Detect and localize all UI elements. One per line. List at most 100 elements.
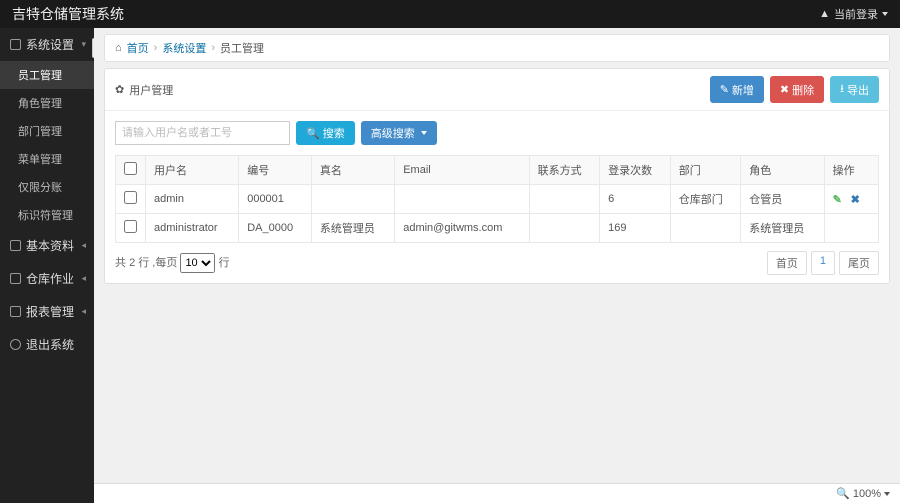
login-label: 当前登录 (834, 6, 878, 22)
menu-title-label: 系统设置 (26, 36, 74, 53)
sidebar-item-identifier[interactable]: 标识符管理 (0, 201, 94, 229)
user-panel: ✿ 用户管理 ✎ 新增 ✖ 删除 ⭳ 导出 🔍 (104, 68, 890, 284)
caret-down-icon (882, 12, 888, 16)
table-footer: 共 2 行 ,每页 10 行 首页 1 尾页 (105, 243, 889, 283)
cell-logins: 169 (600, 214, 671, 243)
th-role: 角色 (741, 156, 824, 185)
sidebar-item-role[interactable]: 角色管理 (0, 89, 94, 117)
th-username: 用户名 (146, 156, 239, 185)
table-header-row: 用户名 编号 真名 Email 联系方式 登录次数 部门 角色 操作 (116, 156, 879, 185)
menu-title-system[interactable]: 系统设置 ▾ (0, 28, 94, 61)
sidebar-item-dept[interactable]: 部门管理 (0, 117, 94, 145)
cell-role: 仓管员 (741, 185, 824, 214)
breadcrumb-home[interactable]: 首页 (127, 40, 149, 56)
cell-email: admin@gitwms.com (395, 214, 529, 243)
export-button[interactable]: ⭳ 导出 (830, 76, 879, 103)
menu-title-report[interactable]: 报表管理 ◂ (0, 295, 94, 328)
sidebar: ◄ 系统设置 ▾ 员工管理 角色管理 部门管理 菜单管理 仅限分账 标识符管理 … (0, 28, 94, 503)
menu-title-label: 仓库作业 (26, 270, 74, 287)
row-checkbox[interactable] (124, 191, 137, 204)
user-icon (10, 339, 21, 350)
menu-title-warehouse[interactable]: 仓库作业 ◂ (0, 262, 94, 295)
cell-realname (311, 185, 394, 214)
current-login-dropdown[interactable]: ▲ 当前登录 (819, 6, 888, 22)
menu-group-system: 系统设置 ▾ 员工管理 角色管理 部门管理 菜单管理 仅限分账 标识符管理 (0, 28, 94, 229)
chevron-left-icon: ◂ (81, 240, 86, 251)
cell-contact (529, 214, 600, 243)
advanced-label: 高级搜索 (371, 125, 415, 141)
sidebar-item-limit[interactable]: 仅限分账 (0, 173, 94, 201)
menu-title-exit[interactable]: 退出系统 (0, 328, 94, 361)
cell-contact (529, 185, 600, 214)
content-area: ⌂ 首页 › 系统设置 › 员工管理 ✿ 用户管理 ✎ 新增 ✖ 删除 (94, 28, 900, 503)
summary-count: 2 (129, 257, 135, 269)
cell-username: administrator (146, 214, 239, 243)
bookmark-icon (10, 240, 21, 251)
pencil-icon: ✎ (720, 83, 729, 96)
th-logins: 登录次数 (600, 156, 671, 185)
delete-icon[interactable]: ✖ (851, 193, 863, 205)
caret-down-icon (421, 131, 427, 135)
menu-title-label: 退出系统 (26, 336, 74, 353)
summary-suffix: 行 (219, 257, 230, 269)
cell-code: DA_0000 (239, 214, 312, 243)
th-dept: 部门 (670, 156, 741, 185)
top-navbar: 吉特仓储管理系统 ▲ 当前登录 (0, 0, 900, 28)
cell-email (395, 185, 529, 214)
th-realname: 真名 (311, 156, 394, 185)
panel-title: ✿ 用户管理 (115, 82, 173, 98)
status-bar: 🔍 100% (94, 483, 900, 503)
cell-role: 系统管理员 (741, 214, 824, 243)
menu-title-label: 基本资料 (26, 237, 74, 254)
edit-icon[interactable]: ✎ (833, 193, 845, 205)
export-icon: ⭳ (840, 80, 844, 99)
breadcrumb: ⌂ 首页 › 系统设置 › 员工管理 (104, 34, 890, 62)
search-icon: 🔍 (306, 127, 320, 140)
search-input[interactable] (115, 121, 290, 145)
panel-actions: ✎ 新增 ✖ 删除 ⭳ 导出 (710, 76, 879, 103)
summary-mid: 行 ,每页 (138, 257, 177, 269)
pager: 首页 1 尾页 (767, 251, 879, 275)
row-checkbox[interactable] (124, 220, 137, 233)
zoom-level: 100% (853, 488, 881, 500)
th-code: 编号 (239, 156, 312, 185)
rows-per-page-select[interactable]: 10 (180, 253, 215, 273)
chevron-left-icon: ◂ (81, 306, 86, 317)
zoom-icon: 🔍 (836, 487, 850, 500)
summary: 共 2 行 ,每页 10 行 (115, 253, 230, 273)
chevron-left-icon: ◂ (81, 273, 86, 284)
delete-button[interactable]: ✖ 删除 (770, 76, 824, 103)
search-toolbar: 🔍 搜索 高级搜索 (105, 111, 889, 155)
sidebar-item-staff[interactable]: 员工管理 (0, 61, 94, 89)
cell-logins: 6 (600, 185, 671, 214)
menu-title-basic[interactable]: 基本资料 ◂ (0, 229, 94, 262)
breadcrumb-mid[interactable]: 系统设置 (162, 40, 206, 56)
cell-dept (670, 214, 741, 243)
row-actions: ✎ ✖ (833, 193, 870, 205)
page-first[interactable]: 首页 (767, 251, 807, 275)
delete-label: 删除 (792, 82, 814, 98)
home-icon: ⌂ (115, 42, 122, 54)
add-button[interactable]: ✎ 新增 (710, 76, 764, 103)
caret-down-icon[interactable] (884, 492, 890, 496)
th-action: 操作 (824, 156, 878, 185)
advanced-search-button[interactable]: 高级搜索 (361, 121, 437, 145)
breadcrumb-sep: › (211, 42, 215, 54)
page-last[interactable]: 尾页 (839, 251, 879, 275)
breadcrumb-sep: › (154, 42, 158, 54)
app-title: 吉特仓储管理系统 (12, 4, 124, 24)
select-all-checkbox[interactable] (124, 162, 137, 175)
bookmark-icon (10, 306, 21, 317)
bookmark-icon (10, 273, 21, 284)
sidebar-item-menu[interactable]: 菜单管理 (0, 145, 94, 173)
user-icon: ▲ (819, 8, 830, 20)
panel-title-text: 用户管理 (129, 82, 173, 98)
th-email: Email (395, 156, 529, 185)
user-table: 用户名 编号 真名 Email 联系方式 登录次数 部门 角色 操作 admin… (115, 155, 879, 243)
cell-code: 000001 (239, 185, 312, 214)
cell-realname: 系统管理员 (311, 214, 394, 243)
search-label: 搜索 (323, 125, 345, 141)
search-button[interactable]: 🔍 搜索 (296, 121, 355, 145)
page-number[interactable]: 1 (811, 251, 835, 275)
export-label: 导出 (847, 82, 869, 98)
